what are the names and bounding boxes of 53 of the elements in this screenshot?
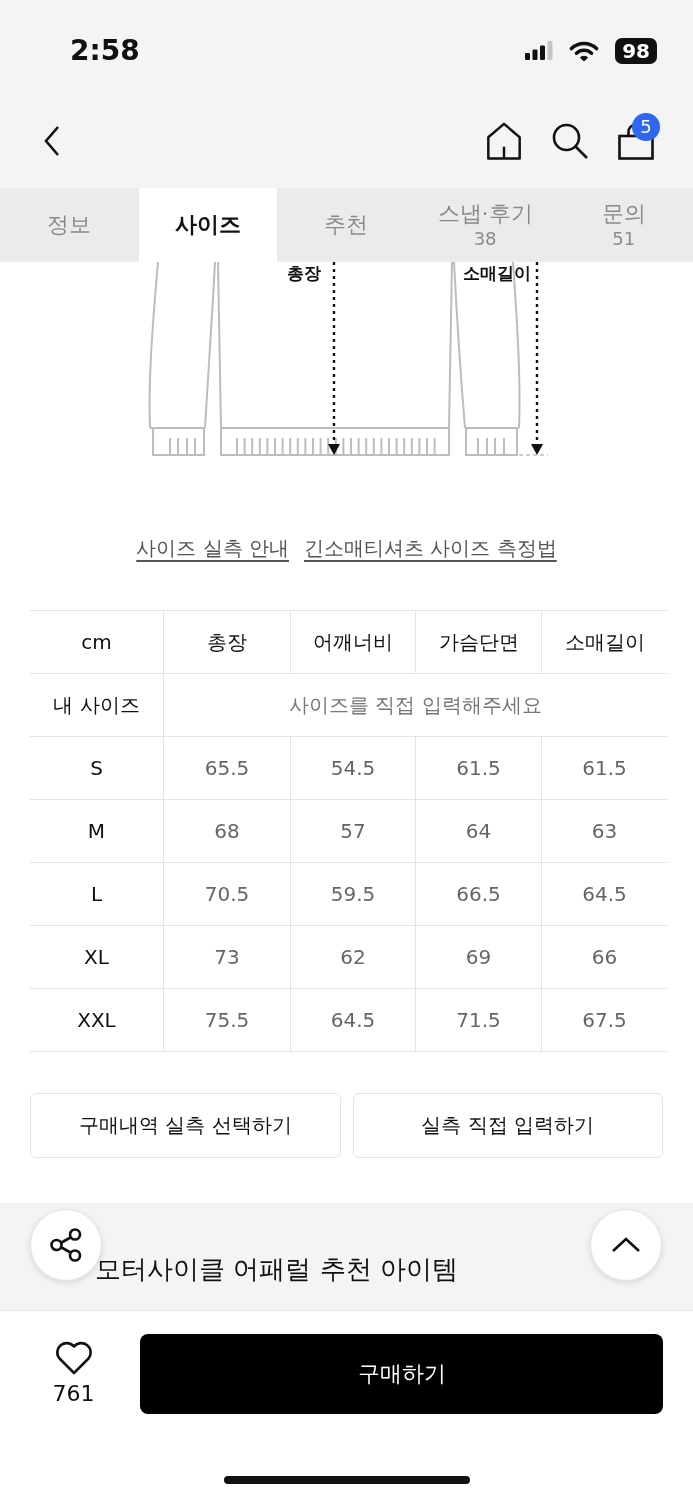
measure-method-link[interactable]: 긴소매티셔츠 사이즈 측정법 [304,534,557,562]
home-icon[interactable] [485,121,523,160]
table-cell: 66 [541,925,667,988]
cart-count-badge: 5 [632,112,660,141]
column-header: 총장 [163,610,290,673]
table-cell: 69 [415,925,541,988]
share-icon [49,1227,83,1263]
table-cell: 54.5 [290,736,415,799]
row-header: S [30,736,163,799]
table-cell: 57 [290,799,415,862]
table-cell: 63 [541,799,667,862]
my-size-input[interactable]: 사이즈를 직접 입력해주세요 [163,673,667,736]
column-header: 어깨너비 [290,610,415,673]
table-cell: 64 [415,799,541,862]
table-cell: 70.5 [163,862,290,925]
unit-header: cm [30,610,163,673]
table-cell: 61.5 [541,736,667,799]
buy-button[interactable]: 구매하기 [140,1334,663,1414]
wifi-icon [569,39,600,62]
signal-icon [525,41,554,60]
table-cell: 59.5 [290,862,415,925]
row-header: 내 사이즈 [30,673,163,736]
search-icon[interactable] [551,121,589,160]
battery-indicator: 98 [615,37,657,64]
size-guide-link[interactable]: 사이즈 실측 안내 [136,534,289,562]
table-cell: 62 [290,925,415,988]
table-cell: 71.5 [415,988,541,1051]
column-header: 가슴단면 [415,610,541,673]
table-cell: 64.5 [541,862,667,925]
table-cell: 67.5 [541,988,667,1051]
table-cell: 66.5 [415,862,541,925]
sleeve-length-label: 소매길이 [463,263,531,283]
section-title: 모터사이클 어패럴 추천 아이템 [95,1254,458,1284]
row-header: L [30,862,163,925]
manual-measure-button[interactable]: 실측 직접 입력하기 [352,1093,663,1158]
status-time: 2:58 [70,33,140,68]
column-header: 소매길이 [541,610,667,673]
row-header: XXL [30,988,163,1051]
table-cell: 64.5 [290,988,415,1051]
back-icon[interactable] [42,124,62,157]
purchase-history-button[interactable]: 구매내역 실측 선택하기 [30,1093,341,1158]
chevron-up-icon [611,1237,641,1253]
row-header: XL [30,925,163,988]
length-label: 총장 [287,263,321,283]
tab[interactable]: 사이즈 [138,188,278,262]
table-cell: 68 [163,799,290,862]
like-count: 761 [52,1380,95,1408]
table-cell: 75.5 [163,988,290,1051]
table-cell: 73 [163,925,290,988]
row-header: M [30,799,163,862]
table-cell: 65.5 [163,736,290,799]
heart-icon[interactable] [53,1340,94,1376]
table-cell: 61.5 [415,736,541,799]
